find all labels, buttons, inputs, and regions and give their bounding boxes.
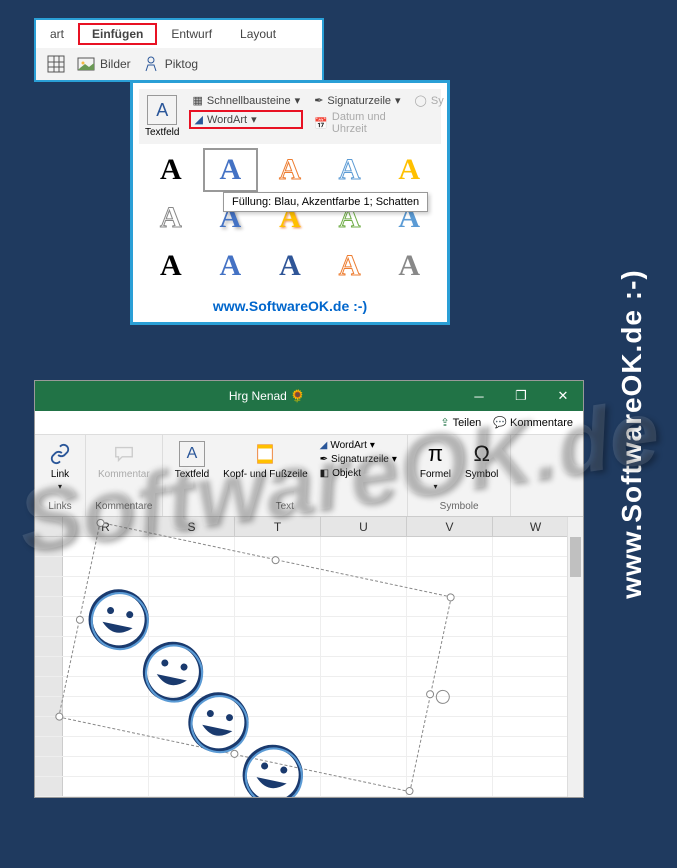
picture-icon: [76, 54, 96, 74]
link-button[interactable]: Link ▾: [43, 439, 77, 493]
wordart-style-2[interactable]: A: [203, 148, 259, 192]
wordart-style-13[interactable]: A: [262, 244, 318, 288]
excel-titlebar: Hrg Nenad 🌻 ─ ❐ ✕: [35, 381, 583, 411]
sy-button: ◯ Sy: [412, 93, 447, 108]
textfeld-excel-button[interactable]: A Textfeld: [171, 439, 213, 482]
col-header-s[interactable]: S: [149, 517, 235, 536]
minimize-button[interactable]: ─: [459, 381, 499, 411]
share-icon: ⇪: [440, 416, 449, 429]
wordart-style-5[interactable]: A: [381, 148, 437, 192]
wordart-style-15[interactable]: A: [381, 244, 437, 288]
header-footer-icon: [252, 441, 278, 467]
sunflower-icon: 🌻: [290, 389, 305, 403]
kommentare-group-label: Kommentare: [95, 499, 152, 512]
omega-icon: Ω: [469, 441, 495, 467]
wordart-style-14[interactable]: A: [322, 244, 378, 288]
datum-button: 📅 Datum und Uhrzeit: [311, 110, 403, 136]
objekt-button[interactable]: ◧Objekt: [318, 467, 399, 480]
table-icon[interactable]: [46, 54, 66, 74]
bilder-button[interactable]: Bilder: [76, 54, 131, 74]
restore-button[interactable]: ❐: [501, 381, 541, 411]
textfeld-icon: A: [147, 95, 177, 125]
word-ribbon-panel: art Einfügen Entwurf Layout Bilder Pikto…: [34, 18, 324, 82]
comments-button[interactable]: 💬 Kommentare: [493, 416, 573, 429]
pi-icon: π: [422, 441, 448, 467]
wordart-button[interactable]: ◢ WordArt ▾: [189, 110, 303, 129]
col-header-u[interactable]: U: [321, 517, 407, 536]
close-button[interactable]: ✕: [543, 381, 583, 411]
tab-art[interactable]: art: [36, 23, 78, 45]
textfeld-label: Textfeld: [145, 127, 179, 138]
excel-title: Hrg Nenad 🌻: [75, 389, 459, 403]
scroll-thumb[interactable]: [570, 537, 581, 577]
word-tabs: art Einfügen Entwurf Layout: [36, 20, 322, 48]
wordart-style-12[interactable]: A: [203, 244, 259, 288]
piktogram-icon: [141, 54, 161, 74]
links-group-label: Links: [48, 499, 71, 512]
excel-window: Hrg Nenad 🌻 ─ ❐ ✕ ⇪ Teilen 💬 Kommentare …: [34, 380, 584, 798]
signature-icon: ✒: [314, 94, 323, 107]
wordart-style-grid: A A A A A A A A A A A A A A A: [139, 144, 441, 292]
wordart-style-4[interactable]: A: [322, 148, 378, 192]
col-header-t[interactable]: T: [235, 517, 321, 536]
col-header-v[interactable]: V: [407, 517, 493, 536]
symbole-group-label: Symbole: [440, 499, 479, 512]
signaturzeile-excel-button[interactable]: ✒Signaturzeile ▾: [318, 453, 399, 466]
building-blocks-icon: ▦: [192, 94, 202, 107]
formel-button[interactable]: π Formel ▾: [416, 439, 455, 493]
vertical-scrollbar[interactable]: [567, 517, 583, 797]
textfeld-button[interactable]: A Textfeld: [143, 93, 181, 140]
tab-einfuegen[interactable]: Einfügen: [78, 23, 157, 45]
bilder-label: Bilder: [100, 57, 131, 71]
kopf-fuss-button[interactable]: Kopf- und Fußzeile: [219, 439, 312, 482]
wordart-icon: ◢: [194, 113, 202, 126]
schnellbausteine-button[interactable]: ▦ Schnellbausteine ▾: [189, 93, 303, 108]
symbol-button[interactable]: Ω Symbol: [461, 439, 502, 482]
text-group-label: Text: [276, 499, 294, 512]
wordart-style-1[interactable]: A: [143, 148, 199, 192]
col-header-r[interactable]: R: [63, 517, 149, 536]
wordart-small-icon: ◢: [320, 440, 328, 451]
calendar-icon: 📅: [314, 117, 328, 130]
circle-icon: ◯: [415, 94, 427, 107]
link-icon: [47, 441, 73, 467]
piktog-button[interactable]: Piktog: [141, 54, 198, 74]
wordart-tooltip: Füllung: Blau, Akzentfarbe 1; Schatten: [223, 192, 428, 212]
comment-icon: 💬: [493, 416, 507, 429]
piktog-label: Piktog: [165, 57, 198, 71]
excel-ribbon: Link ▾ Links Kommentar Kommentare A Text…: [35, 435, 583, 517]
share-button[interactable]: ⇪ Teilen: [440, 416, 481, 429]
kommentar-button: Kommentar: [94, 439, 154, 482]
comment-bubble-icon: [111, 441, 137, 467]
signaturzeile-button[interactable]: ✒ Signaturzeile ▾: [311, 93, 403, 108]
wordart-style-3[interactable]: A: [262, 148, 318, 192]
textbox-icon: A: [179, 441, 205, 467]
wordart-excel-button[interactable]: ◢WordArt ▾: [318, 439, 399, 452]
signature-small-icon: ✒: [320, 454, 328, 465]
wordart-style-6[interactable]: A: [143, 196, 199, 240]
wordart-dropdown-panel: A Textfeld ▦ Schnellbausteine ▾ ◢ WordAr…: [130, 80, 450, 325]
wordart-footer-link: www.SoftwareOK.de :-): [139, 292, 441, 316]
wordart-style-11[interactable]: A: [143, 244, 199, 288]
watermark-side: www.SoftwareOK.de :-): [616, 269, 648, 599]
tab-layout[interactable]: Layout: [226, 23, 290, 45]
object-icon: ◧: [320, 468, 329, 479]
excel-spreadsheet[interactable]: R S T U V W: [35, 517, 583, 797]
tab-entwurf[interactable]: Entwurf: [157, 23, 226, 45]
